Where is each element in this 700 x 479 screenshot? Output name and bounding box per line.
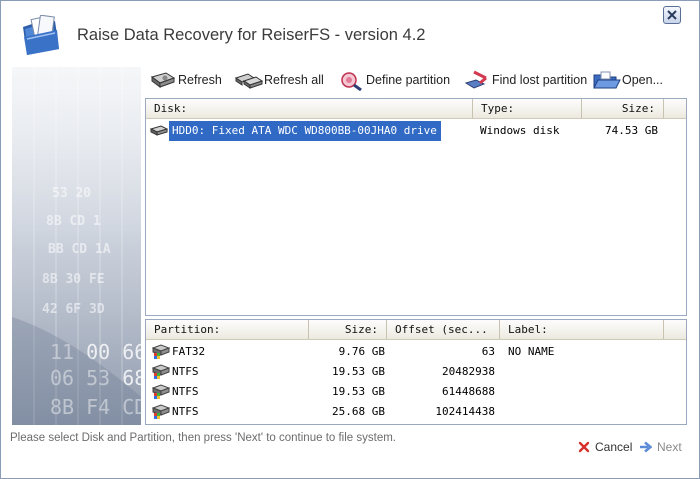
- hard-disk-icon: [149, 122, 169, 139]
- window-header: Raise Data Recovery for ReiserFS - versi…: [1, 1, 699, 63]
- window-title: Raise Data Recovery for ReiserFS - versi…: [77, 26, 426, 44]
- partition-name: FAT32: [172, 345, 206, 358]
- column-header-partition[interactable]: Partition:: [146, 320, 309, 339]
- refresh-button[interactable]: Refresh: [148, 66, 222, 94]
- partition-size: 25.68 GB: [332, 405, 385, 418]
- partition-list-header: Partition: Size: Offset (sec... Label:: [146, 320, 686, 340]
- disk-list[interactable]: Disk: Type: Size: HDD0: Fixed ATA WDC WD…: [145, 98, 687, 316]
- next-button[interactable]: Next: [639, 438, 682, 456]
- arrow-right-icon: [640, 441, 652, 453]
- partition-name: NTFS: [172, 365, 199, 378]
- close-button[interactable]: [663, 6, 681, 24]
- column-header-type[interactable]: Type:: [473, 99, 582, 118]
- open-label: Open...: [622, 73, 663, 87]
- disk-type: Windows disk: [480, 124, 560, 137]
- partition-size: 9.76 GB: [338, 345, 385, 358]
- partition-offset: 20482938: [442, 365, 495, 378]
- folder-documents-icon: [19, 14, 63, 57]
- windows-partition-icon: [151, 403, 171, 420]
- partition-name: NTFS: [172, 405, 199, 418]
- disk-size: 74.53 GB: [605, 124, 658, 137]
- column-header-label[interactable]: Label:: [500, 320, 664, 339]
- windows-partition-icon: [151, 343, 171, 360]
- partition-row[interactable]: FAT32 9.76 GB 63 NO NAME: [146, 342, 686, 362]
- windows-partition-icon: [151, 383, 171, 400]
- disk-list-header: Disk: Type: Size:: [146, 99, 686, 119]
- partition-offset: 61448688: [442, 385, 495, 398]
- column-header-partition-size[interactable]: Size:: [309, 320, 387, 339]
- hard-disk-refresh-icon: [148, 69, 178, 91]
- partition-offset: 63: [481, 345, 495, 358]
- find-lost-partition-button[interactable]: Find lost partition: [462, 66, 587, 94]
- partition-row[interactable]: NTFS 25.68 GB 102414438: [146, 402, 686, 422]
- app-window: Raise Data Recovery for ReiserFS - versi…: [0, 0, 700, 479]
- partition-row[interactable]: NTFS 19.53 GB 20482938: [146, 362, 686, 382]
- partition-label: NO NAME: [508, 345, 555, 358]
- status-message: Please select Disk and Partition, then p…: [10, 432, 396, 444]
- partition-label: [508, 402, 658, 422]
- find-partition-icon: [462, 69, 492, 91]
- partition-offset: 102414438: [435, 405, 495, 418]
- next-label: Next: [657, 440, 682, 454]
- sidebar-decorative-image: 53 20 8B CD 1 BB CD 1A 8B 30 FE 42 6F 3D…: [12, 67, 141, 425]
- cancel-label: Cancel: [595, 440, 633, 454]
- define-partition-label: Define partition: [366, 73, 451, 87]
- refresh-all-button[interactable]: Refresh all: [234, 66, 324, 94]
- toolbar: Refresh Refresh all Define partition Fin…: [146, 66, 692, 94]
- refresh-label: Refresh: [178, 73, 222, 87]
- disk-name: HDD0: Fixed ATA WDC WD800BB-00JHA0 drive: [169, 121, 441, 141]
- partition-name: NTFS: [172, 385, 199, 398]
- open-folder-icon: [592, 69, 622, 91]
- column-header-size[interactable]: Size:: [582, 99, 664, 118]
- column-header-offset[interactable]: Offset (sec...: [387, 320, 500, 339]
- partition-size: 19.53 GB: [332, 365, 385, 378]
- column-header-disk[interactable]: Disk:: [146, 99, 473, 118]
- partition-label: [508, 362, 658, 382]
- close-icon: [667, 10, 677, 20]
- disk-row[interactable]: HDD0: Fixed ATA WDC WD800BB-00JHA0 drive…: [146, 121, 686, 141]
- partition-label: [508, 382, 658, 402]
- define-partition-icon: [336, 69, 366, 92]
- hard-disk-refresh-all-icon: [234, 69, 264, 91]
- windows-partition-icon: [151, 363, 171, 380]
- partition-row[interactable]: NTFS 19.53 GB 61448688: [146, 382, 686, 402]
- find-lost-partition-label: Find lost partition: [492, 73, 588, 87]
- partition-size: 19.53 GB: [332, 385, 385, 398]
- open-button[interactable]: Open...: [592, 66, 663, 94]
- partition-list[interactable]: Partition: Size: Offset (sec... Label: F…: [145, 319, 687, 425]
- cancel-button[interactable]: Cancel: [578, 438, 632, 456]
- refresh-all-label: Refresh all: [264, 73, 324, 87]
- define-partition-button[interactable]: Define partition: [336, 66, 450, 94]
- cancel-icon: [578, 441, 590, 453]
